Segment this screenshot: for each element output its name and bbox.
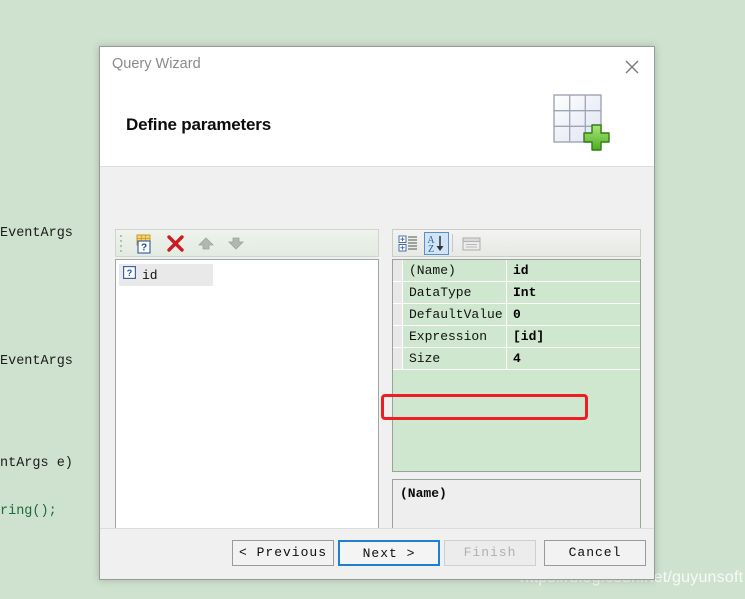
toolbar-separator [452,234,453,252]
categorized-view-button[interactable] [396,232,421,255]
page-title: Define parameters [126,115,271,134]
property-value[interactable]: Int [507,282,640,303]
property-grid[interactable]: (Name) id DataType Int DefaultValue 0 Ex… [392,259,641,472]
svg-text:Z: Z [428,244,434,254]
parameter-icon: ? [123,266,137,284]
property-grid-panel: A Z (Name) id DataType Int DefaultValue … [392,229,641,541]
row-gutter [393,304,403,325]
table-add-icon [552,93,614,155]
property-name: DataType [403,282,507,303]
property-name: Expression [403,326,507,347]
parameters-list[interactable]: ? id [115,259,379,541]
description-title: (Name) [400,486,447,501]
background-code-line: EventArgs [0,354,73,369]
row-gutter [393,348,403,369]
toolbar-grip[interactable] [120,235,124,252]
dialog-footer: < Previous Next > Finish Cancel [100,528,654,579]
dialog-header: Query Wizard Define parameters [100,47,654,167]
parameters-panel: ? ? id [115,229,379,541]
property-grid-empty-area [393,370,640,470]
add-parameter-button[interactable]: ? [132,232,156,255]
property-grid-toolbar: A Z [392,229,641,257]
property-value[interactable]: id [507,260,640,281]
row-gutter [393,326,403,347]
svg-text:?: ? [141,243,147,254]
list-item-label: id [142,267,158,283]
list-item[interactable]: ? id [119,264,213,286]
property-name: (Name) [403,260,507,281]
alphabetical-view-button[interactable]: A Z [424,232,449,255]
property-name: Size [403,348,507,369]
move-up-button[interactable] [194,232,218,255]
property-value[interactable]: 0 [507,304,640,325]
property-row[interactable]: (Name) id [393,260,640,282]
property-row[interactable]: Size 4 [393,348,640,370]
row-gutter [393,282,403,303]
previous-button[interactable]: < Previous [232,540,334,566]
row-gutter [393,260,403,281]
cancel-button[interactable]: Cancel [544,540,646,566]
background-code-line: ring(); [0,504,57,519]
dialog-title: Query Wizard [112,56,201,72]
move-down-button[interactable] [224,232,248,255]
svg-text:?: ? [127,268,133,278]
property-row-expression[interactable]: Expression [id] [393,326,640,348]
query-wizard-dialog: Query Wizard Define parameters ? ? id A … [99,46,655,580]
property-value[interactable]: [id] [507,326,640,347]
property-value[interactable]: 4 [507,348,640,369]
background-code-line: ntArgs e) [0,456,73,471]
delete-parameter-button[interactable] [164,232,188,255]
parameters-toolbar: ? [115,229,379,257]
dialog-body: ? ? id A Z (Name) id DataType Int Defaul… [100,167,654,550]
background-code-line: EventArgs [0,226,73,241]
next-button[interactable]: Next > [338,540,440,566]
close-icon[interactable] [620,56,644,78]
property-name: DefaultValue [403,304,507,325]
property-pages-button[interactable] [459,232,484,255]
property-row[interactable]: DefaultValue 0 [393,304,640,326]
property-row[interactable]: DataType Int [393,282,640,304]
finish-button: Finish [444,540,536,566]
